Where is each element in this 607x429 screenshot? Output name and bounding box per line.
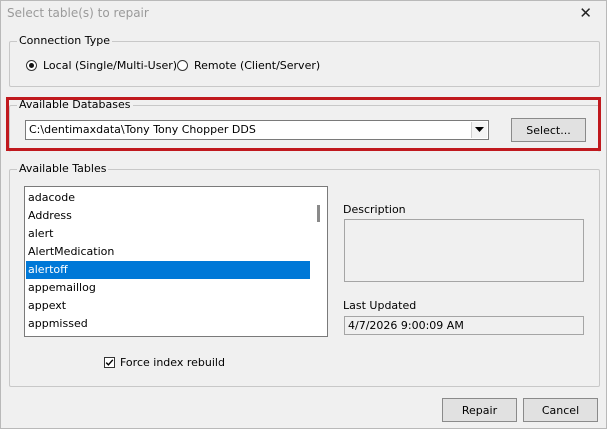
description-label: Description <box>343 203 406 216</box>
list-item[interactable]: Address <box>26 207 311 225</box>
list-item[interactable]: adacode <box>26 189 311 207</box>
radio-local[interactable]: Local (Single/Multi-User) <box>26 59 177 72</box>
last-updated-value: 4/7/2026 9:00:09 AM <box>348 319 464 332</box>
scrollbar-thumb[interactable] <box>317 205 320 222</box>
radio-remote-label: Remote (Client/Server) <box>194 59 321 72</box>
list-item-selected[interactable]: alertoff <box>26 261 311 279</box>
select-database-button-label: Select... <box>526 123 571 137</box>
checkmark-icon <box>105 359 114 366</box>
description-field <box>344 219 584 282</box>
radio-local-label: Local (Single/Multi-User) <box>43 59 178 72</box>
repair-button-label: Repair <box>461 403 498 417</box>
list-item[interactable]: AlertMedication <box>26 243 311 261</box>
database-dropdown-value: C:\dentimaxdata\Tony Tony Chopper DDS <box>29 123 256 136</box>
title-bar: Select table(s) to repair ✕ <box>1 1 606 27</box>
dialog-title: Select table(s) to repair <box>7 6 149 20</box>
connection-type-legend: Connection Type <box>17 34 113 47</box>
available-tables-legend: Available Tables <box>17 162 109 175</box>
tables-listbox[interactable]: adacode Address alert AlertMedication al… <box>24 186 328 337</box>
last-updated-label: Last Updated <box>343 299 417 312</box>
list-item[interactable]: appext <box>26 297 311 315</box>
list-item[interactable]: appmissed <box>26 315 311 333</box>
radio-local-indicator[interactable] <box>26 60 37 71</box>
close-icon[interactable]: ✕ <box>579 4 592 22</box>
list-scrollbar[interactable] <box>310 187 327 336</box>
cancel-button[interactable]: Cancel <box>523 398 598 422</box>
force-index-rebuild-label: Force index rebuild <box>120 356 225 369</box>
last-updated-field: 4/7/2026 9:00:09 AM <box>344 316 584 335</box>
database-dropdown[interactable]: C:\dentimaxdata\Tony Tony Chopper DDS <box>25 120 489 140</box>
chevron-down-icon[interactable] <box>471 122 487 138</box>
cancel-button-label: Cancel <box>541 403 580 417</box>
radio-remote-indicator[interactable] <box>177 60 188 71</box>
repair-dialog: Select table(s) to repair ✕ Connection T… <box>0 0 607 429</box>
list-item[interactable]: alert <box>26 225 311 243</box>
repair-button[interactable]: Repair <box>442 398 517 422</box>
select-database-button[interactable]: Select... <box>511 118 586 142</box>
force-index-rebuild-checkbox[interactable]: Force index rebuild <box>104 356 225 369</box>
checkbox-indicator[interactable] <box>104 357 115 368</box>
list-item[interactable]: appemaillog <box>26 279 311 297</box>
radio-remote[interactable]: Remote (Client/Server) <box>177 59 320 72</box>
